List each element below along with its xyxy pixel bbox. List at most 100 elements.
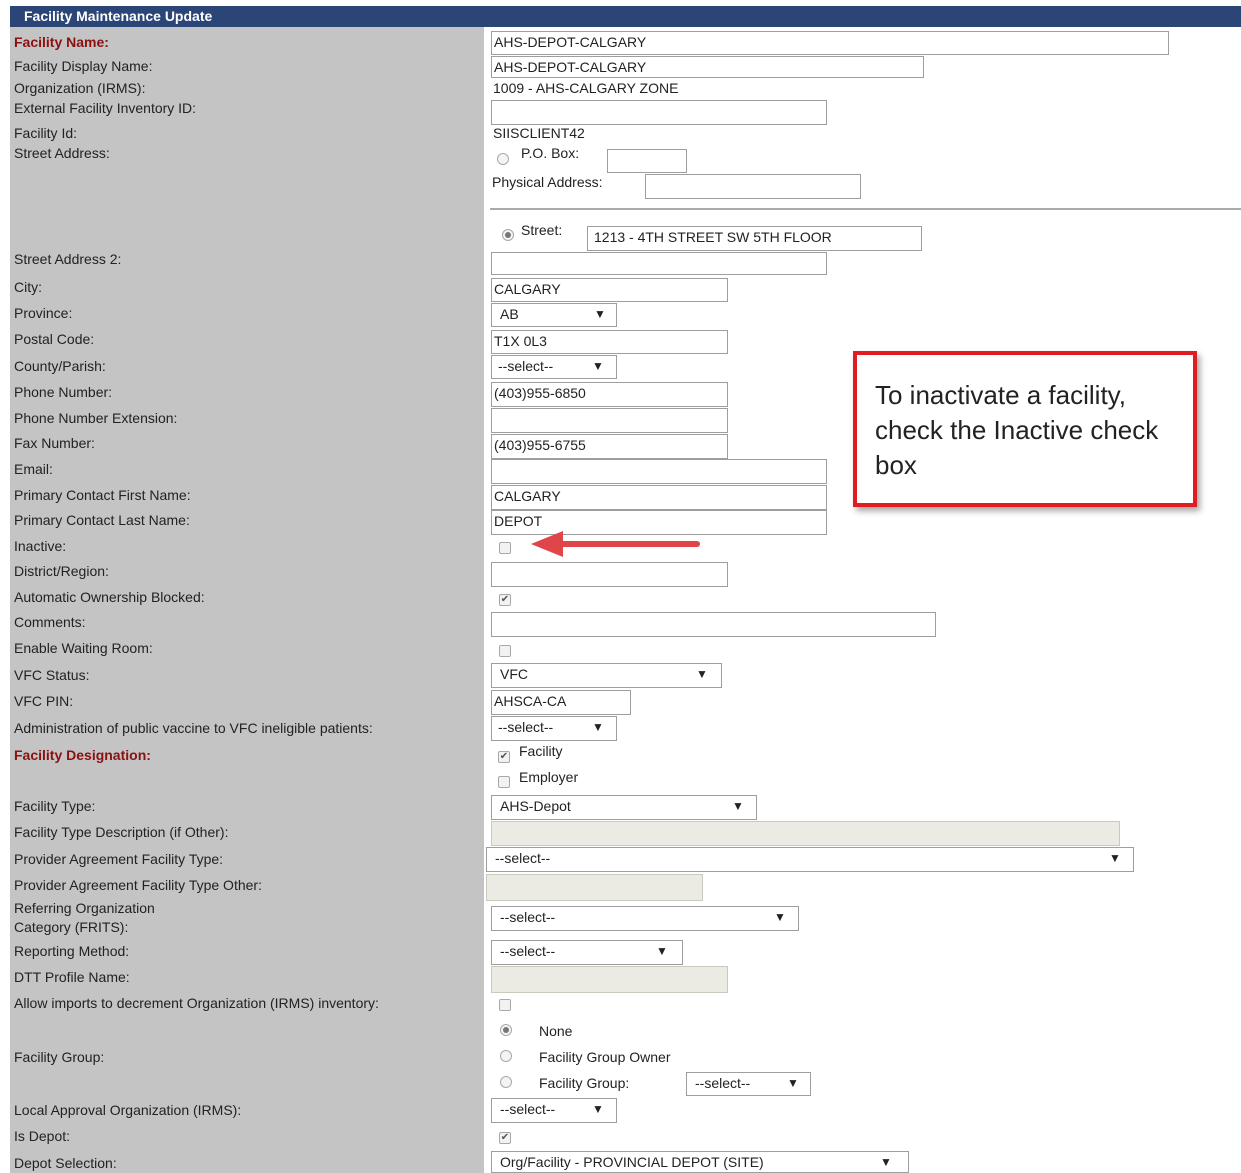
street-address-label: Street Address: [14, 145, 110, 161]
designation-label: Facility Designation: [14, 747, 151, 763]
vfc-status-select-value: VFC [500, 666, 528, 682]
auto-ownership-checkbox[interactable]: ✔ [499, 594, 511, 606]
provider-type-other-label: Provider Agreement Facility Type Other: [14, 877, 262, 893]
facility-group-none-label: None [539, 1023, 573, 1039]
auto-ownership-label: Automatic Ownership Blocked: [14, 589, 205, 605]
city-input[interactable]: CALGARY [491, 278, 728, 302]
facility-name-input[interactable]: AHS-DEPOT-CALGARY [491, 31, 1169, 55]
po-box-input[interactable] [607, 149, 687, 173]
reporting-method-label: Reporting Method: [14, 943, 130, 959]
dropdown-arrow-icon: ▼ [732, 799, 744, 813]
inactive-checkbox[interactable] [499, 542, 511, 554]
province-label: Province: [14, 305, 73, 321]
allow-imports-checkbox[interactable] [499, 999, 511, 1011]
phone-input[interactable]: (403)955-6850 [491, 382, 728, 407]
check-icon: ✔ [500, 594, 510, 605]
province-select-value: AB [500, 306, 519, 322]
waiting-room-label: Enable Waiting Room: [14, 640, 153, 656]
facility-group-radio[interactable] [500, 1076, 512, 1088]
facility-designation-checkbox[interactable]: ✔ [498, 751, 510, 763]
facility-id-label: Facility Id: [14, 125, 78, 141]
dropdown-arrow-icon: ▼ [592, 359, 604, 373]
facility-group-select[interactable]: --select-- ▼ [686, 1072, 811, 1096]
facility-group-owner-radio[interactable] [500, 1050, 512, 1062]
po-box-label: P.O. Box: [521, 145, 580, 161]
street2-input[interactable] [491, 252, 827, 275]
facility-group-select-value: --select-- [695, 1075, 751, 1091]
dtt-profile-input[interactable] [491, 966, 728, 993]
comments-label: Comments: [14, 614, 86, 630]
address-divider [490, 208, 1241, 210]
admin-public-label: Administration of public vaccine to VFC … [14, 720, 373, 736]
admin-public-select[interactable]: --select-- ▼ [491, 716, 617, 741]
phone-ext-label: Phone Number Extension: [14, 410, 178, 426]
reporting-method-select[interactable]: --select-- ▼ [491, 940, 683, 965]
facility-type-select[interactable]: AHS-Depot ▼ [491, 795, 757, 820]
fax-label: Fax Number: [14, 435, 95, 451]
po-box-radio[interactable] [497, 153, 509, 165]
contact-first-label: Primary Contact First Name: [14, 487, 191, 503]
physical-address-input[interactable] [645, 174, 861, 199]
organization-value: 1009 - AHS-CALGARY ZONE [493, 80, 679, 96]
provider-type-select[interactable]: --select-- ▼ [486, 847, 1134, 872]
street-radio[interactable] [502, 229, 514, 241]
form-title-bar: Facility Maintenance Update [10, 6, 1241, 27]
depot-selection-select[interactable]: Org/Facility - PROVINCIAL DEPOT (SITE) ▼ [491, 1151, 909, 1173]
dropdown-arrow-icon: ▼ [592, 720, 604, 734]
contact-first-input[interactable]: CALGARY [491, 485, 827, 510]
check-icon: ✔ [500, 1132, 510, 1143]
display-name-input[interactable]: AHS-DEPOT-CALGARY [491, 56, 924, 78]
facility-type-desc-label: Facility Type Description (if Other): [14, 824, 229, 840]
external-id-label: External Facility Inventory ID: [14, 100, 197, 116]
display-name-label: Facility Display Name: [14, 58, 153, 74]
external-id-input[interactable] [491, 100, 827, 125]
street-input[interactable]: 1213 - 4TH STREET SW 5TH FLOOR [587, 226, 922, 251]
reporting-method-select-value: --select-- [500, 943, 556, 959]
province-select[interactable]: AB ▼ [491, 303, 617, 327]
employer-designation-checkbox[interactable] [498, 776, 510, 788]
phone-ext-input[interactable] [491, 408, 728, 433]
facility-group-none-radio[interactable] [500, 1024, 512, 1036]
local-approval-select[interactable]: --select-- ▼ [491, 1098, 617, 1123]
county-label: County/Parish: [14, 358, 106, 374]
is-depot-checkbox[interactable]: ✔ [499, 1132, 511, 1144]
county-select-value: --select-- [498, 358, 554, 374]
postal-input[interactable]: T1X 0L3 [491, 330, 728, 354]
depot-selection-label: Depot Selection: [14, 1155, 117, 1171]
county-select[interactable]: --select-- ▼ [491, 355, 617, 379]
local-approval-select-value: --select-- [500, 1101, 556, 1117]
facility-type-desc-input[interactable] [491, 821, 1120, 846]
referring-org-select[interactable]: --select-- ▼ [491, 906, 799, 931]
vfc-pin-input[interactable]: AHSCA-CA [491, 690, 631, 715]
provider-type-other-input[interactable] [486, 874, 703, 901]
physical-address-label: Physical Address: [492, 174, 603, 190]
facility-group-label: Facility Group: [14, 1049, 105, 1065]
facility-name-label: Facility Name: [14, 34, 109, 50]
facility-id-value: SIISCLIENT42 [493, 125, 585, 141]
district-input[interactable] [491, 562, 728, 587]
arrow-head [531, 531, 563, 557]
waiting-room-checkbox[interactable] [499, 645, 511, 657]
facility-group-owner-label: Facility Group Owner [539, 1049, 671, 1065]
referring-org-label-2: Category (FRITS): [14, 919, 129, 935]
street2-label: Street Address 2: [14, 251, 122, 267]
email-input[interactable] [491, 459, 827, 484]
comments-input[interactable] [491, 612, 936, 637]
callout-text: To inactivate a facility, check the Inac… [875, 380, 1159, 480]
depot-selection-select-value: Org/Facility - PROVINCIAL DEPOT (SITE) [500, 1154, 764, 1170]
facility-type-label: Facility Type: [14, 798, 96, 814]
dropdown-arrow-icon: ▼ [592, 1102, 604, 1116]
fax-input[interactable]: (403)955-6755 [491, 434, 728, 459]
arrow-pointer [531, 531, 700, 557]
organization-label: Organization (IRMS): [14, 80, 146, 96]
vfc-status-select[interactable]: VFC ▼ [491, 663, 722, 688]
dropdown-arrow-icon: ▼ [1109, 851, 1121, 865]
facility-group-option-label: Facility Group: [539, 1075, 630, 1091]
email-label: Email: [14, 461, 53, 477]
dropdown-arrow-icon: ▼ [774, 910, 786, 924]
provider-type-label: Provider Agreement Facility Type: [14, 851, 224, 867]
phone-label: Phone Number: [14, 384, 113, 400]
is-depot-label: Is Depot: [14, 1128, 71, 1144]
dropdown-arrow-icon: ▼ [880, 1155, 892, 1169]
dtt-profile-label: DTT Profile Name: [14, 969, 130, 985]
